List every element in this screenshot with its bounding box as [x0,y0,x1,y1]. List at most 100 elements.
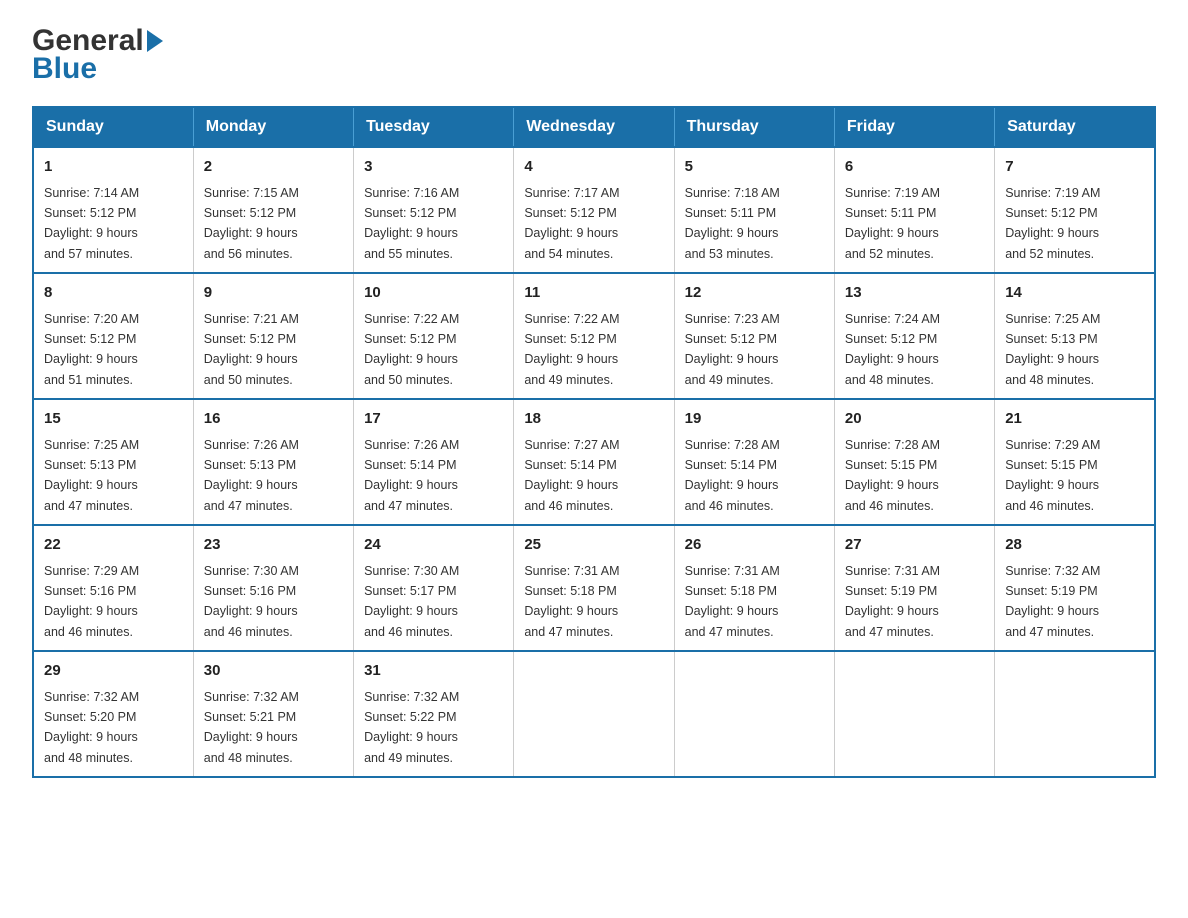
day-number: 13 [845,282,984,305]
day-number: 15 [44,408,183,431]
day-info: Sunrise: 7:22 AMSunset: 5:12 PMDaylight:… [364,312,459,387]
calendar-table: SundayMondayTuesdayWednesdayThursdayFrid… [32,106,1156,778]
day-info: Sunrise: 7:19 AMSunset: 5:11 PMDaylight:… [845,186,940,261]
calendar-cell: 2 Sunrise: 7:15 AMSunset: 5:12 PMDaylight… [193,147,353,273]
day-number: 10 [364,282,503,305]
calendar-week-row: 8 Sunrise: 7:20 AMSunset: 5:12 PMDaylight… [33,273,1155,399]
calendar-cell: 8 Sunrise: 7:20 AMSunset: 5:12 PMDaylight… [33,273,193,399]
weekday-header-tuesday: Tuesday [354,107,514,147]
calendar-cell: 23Sunrise: 7:30 AMSunset: 5:16 PMDayligh… [193,525,353,651]
calendar-week-row: 15 Sunrise: 7:25 AMSunset: 5:13 PMDayligh… [33,399,1155,525]
day-number: 12 [685,282,824,305]
calendar-cell: 31Sunrise: 7:32 AMSunset: 5:22 PMDayligh… [354,651,514,777]
day-info: Sunrise: 7:26 AMSunset: 5:14 PMDaylight:… [364,438,459,513]
day-info: Sunrise: 7:20 AMSunset: 5:12 PMDaylight:… [44,312,139,387]
calendar-cell: 18 Sunrise: 7:27 AMSunset: 5:14 PMDayligh… [514,399,674,525]
calendar-cell: 6 Sunrise: 7:19 AMSunset: 5:11 PMDaylight… [834,147,994,273]
page-header: General Blue [32,24,1156,86]
day-info: Sunrise: 7:14 AMSunset: 5:12 PMDaylight:… [44,186,139,261]
calendar-cell: 22 Sunrise: 7:29 AMSunset: 5:16 PMDayligh… [33,525,193,651]
calendar-cell: 15 Sunrise: 7:25 AMSunset: 5:13 PMDayligh… [33,399,193,525]
weekday-header-row: SundayMondayTuesdayWednesdayThursdayFrid… [33,107,1155,147]
day-number: 21 [1005,408,1144,431]
weekday-header-monday: Monday [193,107,353,147]
day-number: 18 [524,408,663,431]
calendar-cell: 28 Sunrise: 7:32 AMSunset: 5:19 PMDayligh… [995,525,1155,651]
calendar-cell: 25 Sunrise: 7:31 AMSunset: 5:18 PMDayligh… [514,525,674,651]
calendar-cell: 26 Sunrise: 7:31 AMSunset: 5:18 PMDayligh… [674,525,834,651]
calendar-cell: 10 Sunrise: 7:22 AMSunset: 5:12 PMDayligh… [354,273,514,399]
day-info: Sunrise: 7:32 AMSunset: 5:19 PMDaylight:… [1005,564,1100,639]
calendar-cell [995,651,1155,777]
calendar-cell: 12 Sunrise: 7:23 AMSunset: 5:12 PMDayligh… [674,273,834,399]
day-info: Sunrise: 7:18 AMSunset: 5:11 PMDaylight:… [685,186,780,261]
weekday-header-thursday: Thursday [674,107,834,147]
day-number: 22 [44,534,183,557]
day-info: Sunrise: 7:32 AMSunset: 5:22 PMDaylight:… [364,690,459,765]
calendar-week-row: 22 Sunrise: 7:29 AMSunset: 5:16 PMDayligh… [33,525,1155,651]
calendar-cell [834,651,994,777]
weekday-header-friday: Friday [834,107,994,147]
day-info: Sunrise: 7:31 AMSunset: 5:18 PMDaylight:… [524,564,619,639]
calendar-week-row: 1Sunrise: 7:14 AMSunset: 5:12 PMDaylight… [33,147,1155,273]
day-info: Sunrise: 7:28 AMSunset: 5:15 PMDaylight:… [845,438,940,513]
day-info: Sunrise: 7:28 AMSunset: 5:14 PMDaylight:… [685,438,780,513]
calendar-cell: 4 Sunrise: 7:17 AMSunset: 5:12 PMDaylight… [514,147,674,273]
weekday-header-saturday: Saturday [995,107,1155,147]
day-info: Sunrise: 7:21 AMSunset: 5:12 PMDaylight:… [204,312,299,387]
day-info: Sunrise: 7:30 AMSunset: 5:17 PMDaylight:… [364,564,459,639]
calendar-cell: 16 Sunrise: 7:26 AMSunset: 5:13 PMDayligh… [193,399,353,525]
day-info: Sunrise: 7:15 AMSunset: 5:12 PMDaylight:… [204,186,299,261]
day-number: 17 [364,408,503,431]
calendar-cell: 5 Sunrise: 7:18 AMSunset: 5:11 PMDaylight… [674,147,834,273]
day-info: Sunrise: 7:32 AMSunset: 5:21 PMDaylight:… [204,690,299,765]
calendar-cell: 7 Sunrise: 7:19 AMSunset: 5:12 PMDaylight… [995,147,1155,273]
day-number: 3 [364,156,503,179]
day-number: 27 [845,534,984,557]
calendar-cell: 14Sunrise: 7:25 AMSunset: 5:13 PMDayligh… [995,273,1155,399]
day-info: Sunrise: 7:29 AMSunset: 5:16 PMDaylight:… [44,564,139,639]
day-info: Sunrise: 7:32 AMSunset: 5:20 PMDaylight:… [44,690,139,765]
calendar-cell: 21 Sunrise: 7:29 AMSunset: 5:15 PMDayligh… [995,399,1155,525]
day-info: Sunrise: 7:31 AMSunset: 5:19 PMDaylight:… [845,564,940,639]
day-number: 25 [524,534,663,557]
calendar-cell [674,651,834,777]
calendar-cell: 24 Sunrise: 7:30 AMSunset: 5:17 PMDayligh… [354,525,514,651]
day-number: 16 [204,408,343,431]
day-number: 4 [524,156,663,179]
day-info: Sunrise: 7:26 AMSunset: 5:13 PMDaylight:… [204,438,299,513]
day-number: 20 [845,408,984,431]
calendar-cell: 11Sunrise: 7:22 AMSunset: 5:12 PMDayligh… [514,273,674,399]
day-info: Sunrise: 7:16 AMSunset: 5:12 PMDaylight:… [364,186,459,261]
calendar-cell: 9 Sunrise: 7:21 AMSunset: 5:12 PMDaylight… [193,273,353,399]
day-number: 24 [364,534,503,557]
day-info: Sunrise: 7:27 AMSunset: 5:14 PMDaylight:… [524,438,619,513]
calendar-cell: 20 Sunrise: 7:28 AMSunset: 5:15 PMDayligh… [834,399,994,525]
day-number: 9 [204,282,343,305]
day-number: 19 [685,408,824,431]
day-number: 2 [204,156,343,179]
weekday-header-wednesday: Wednesday [514,107,674,147]
day-info: Sunrise: 7:31 AMSunset: 5:18 PMDaylight:… [685,564,780,639]
day-number: 23 [204,534,343,557]
day-number: 28 [1005,534,1144,557]
day-info: Sunrise: 7:23 AMSunset: 5:12 PMDaylight:… [685,312,780,387]
day-number: 5 [685,156,824,179]
day-info: Sunrise: 7:17 AMSunset: 5:12 PMDaylight:… [524,186,619,261]
day-number: 30 [204,660,343,683]
day-info: Sunrise: 7:19 AMSunset: 5:12 PMDaylight:… [1005,186,1100,261]
day-number: 8 [44,282,183,305]
day-number: 29 [44,660,183,683]
logo-triangle-icon [147,30,163,52]
day-info: Sunrise: 7:25 AMSunset: 5:13 PMDaylight:… [44,438,139,513]
calendar-cell: 3 Sunrise: 7:16 AMSunset: 5:12 PMDaylight… [354,147,514,273]
logo: General Blue [32,24,166,86]
calendar-week-row: 29 Sunrise: 7:32 AMSunset: 5:20 PMDayligh… [33,651,1155,777]
day-number: 7 [1005,156,1144,179]
day-info: Sunrise: 7:29 AMSunset: 5:15 PMDaylight:… [1005,438,1100,513]
calendar-cell: 19 Sunrise: 7:28 AMSunset: 5:14 PMDayligh… [674,399,834,525]
day-number: 26 [685,534,824,557]
day-number: 11 [524,282,663,305]
day-number: 6 [845,156,984,179]
calendar-cell: 29 Sunrise: 7:32 AMSunset: 5:20 PMDayligh… [33,651,193,777]
